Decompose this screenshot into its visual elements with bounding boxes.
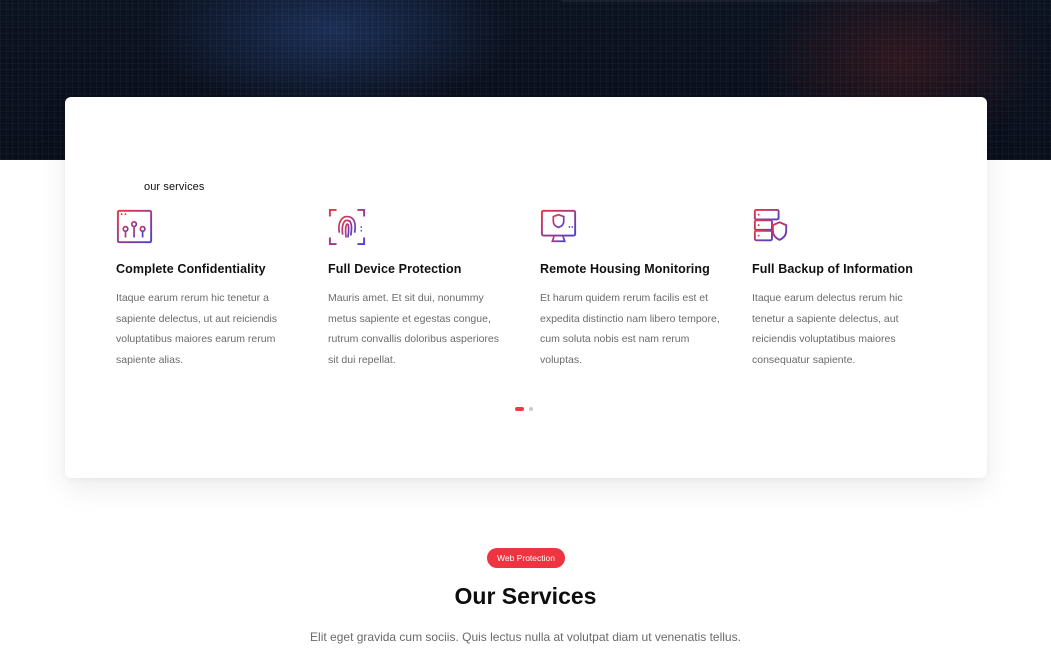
service-description: Mauris amet. Et sit dui, nonummy metus s… <box>328 292 499 366</box>
service-item-confidentiality[interactable]: Complete Confidentiality Itaque earum re… <box>116 208 306 370</box>
service-description: Itaque earum rerum hic tenetur a sapient… <box>116 292 278 366</box>
services-label: our services <box>144 181 205 193</box>
service-title: Full Device Protection <box>328 262 462 276</box>
section-subtitle: Elit eget gravida cum sociis. Quis lectu… <box>310 630 741 644</box>
services-card: our services Complete Confidentiality It… <box>65 97 987 478</box>
services-carousel: Complete Confidentiality Itaque earum re… <box>116 208 936 388</box>
service-title: Complete Confidentiality <box>116 262 266 276</box>
server-shield-icon <box>753 208 788 242</box>
service-item-remote-monitoring[interactable]: Remote Housing Monitoring Et harum quide… <box>540 208 730 370</box>
service-description: Itaque earum delectus rerum hic tenetur … <box>752 292 903 366</box>
service-title: Remote Housing Monitoring <box>540 262 710 276</box>
pagination-dot-1[interactable] <box>515 407 524 411</box>
fingerprint-icon <box>328 208 366 246</box>
service-item-device-protection[interactable]: Full Device Protection Mauris amet. Et s… <box>328 208 518 370</box>
section-badge: Web Protection <box>487 548 565 568</box>
section-title: Our Services <box>454 583 597 609</box>
browser-circuit-icon <box>116 209 153 244</box>
pagination-dot-2[interactable] <box>529 407 533 411</box>
hero-decor-bar <box>560 0 940 2</box>
monitor-shield-icon <box>540 209 577 244</box>
service-title: Full Backup of Information <box>752 262 913 276</box>
carousel-pagination <box>515 407 533 411</box>
service-description: Et harum quidem rerum facilis est et exp… <box>540 292 720 366</box>
service-item-backup[interactable]: Full Backup of Information Itaque earum … <box>752 208 942 370</box>
